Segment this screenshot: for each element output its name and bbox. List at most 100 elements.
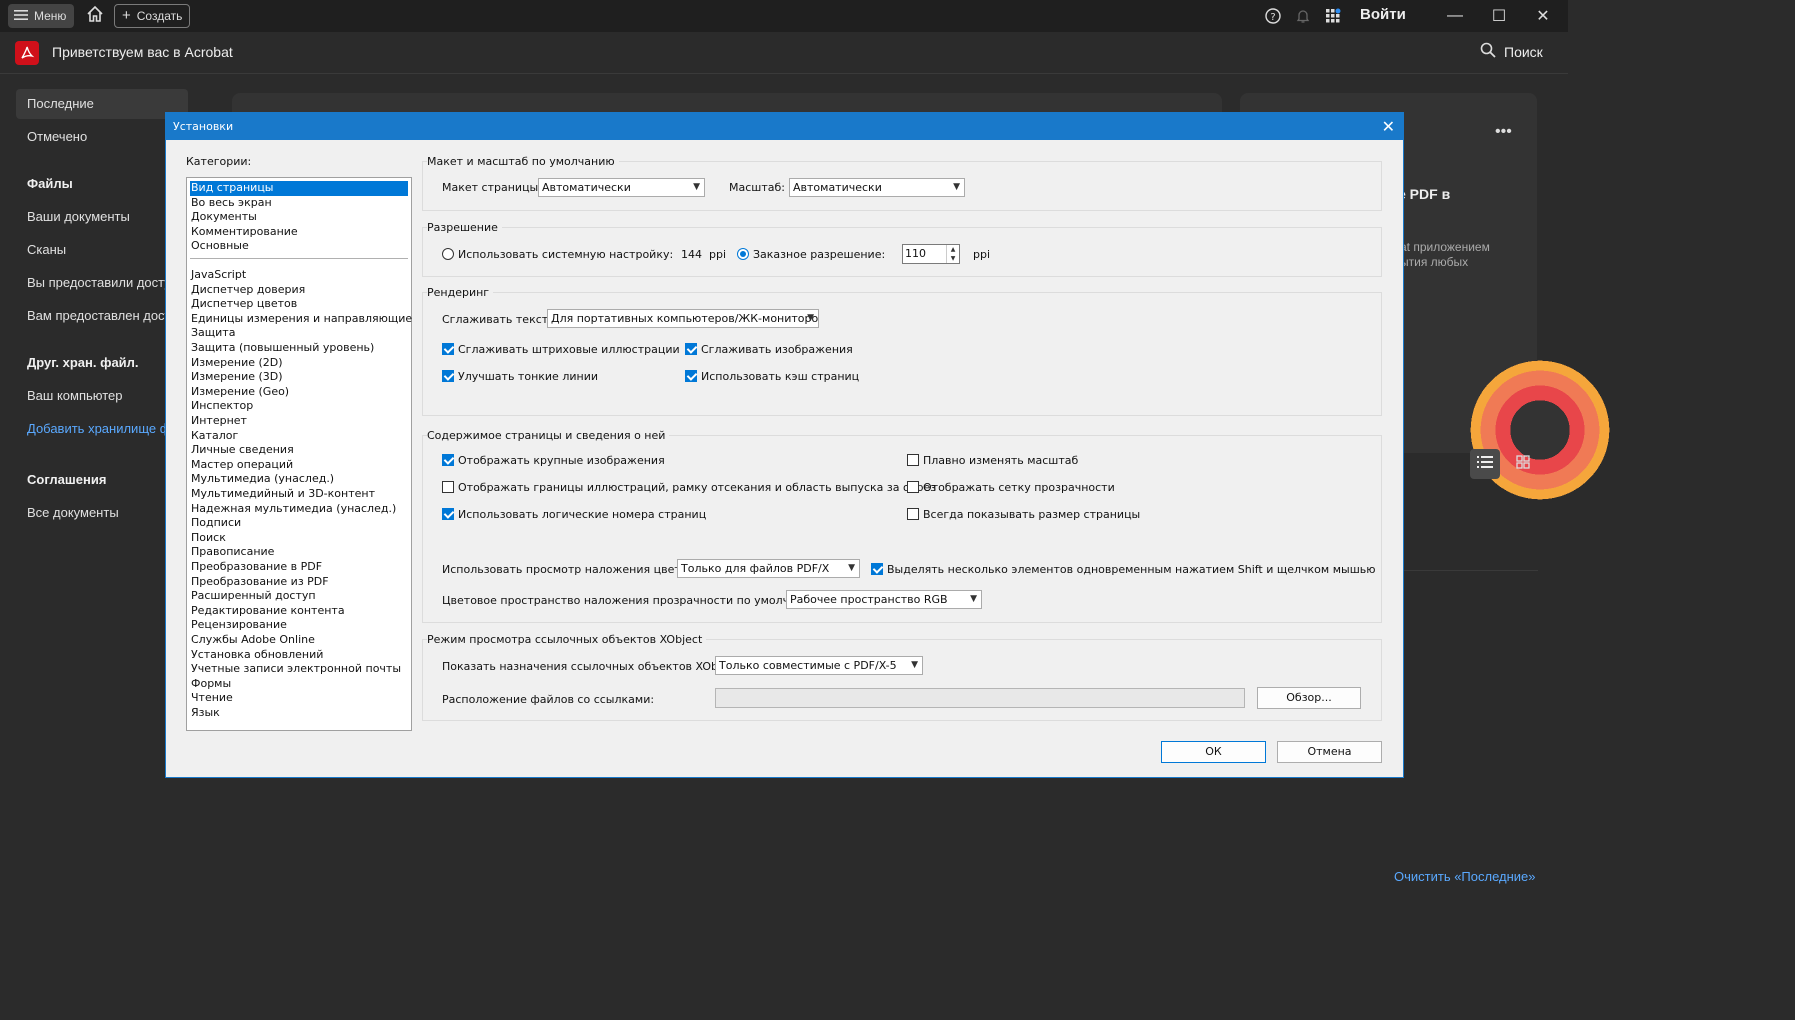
category-item[interactable]: Интернет xyxy=(190,414,408,429)
show-large-images-checkbox[interactable] xyxy=(442,454,454,466)
system-resolution-radio[interactable] xyxy=(442,248,454,260)
smooth-images-checkbox[interactable] xyxy=(685,343,697,355)
category-item[interactable]: Основные xyxy=(190,239,408,254)
category-item[interactable]: Преобразование в PDF xyxy=(190,560,408,575)
page-layout-dropdown[interactable]: Автоматически ▼ xyxy=(538,178,705,197)
clear-recent-link[interactable]: Очистить «Последние» xyxy=(1394,869,1536,884)
category-item[interactable]: Установка обновлений xyxy=(190,648,408,663)
always-show-page-size-checkbox[interactable] xyxy=(907,508,919,520)
category-item[interactable]: Измерение (2D) xyxy=(190,356,408,371)
sidebar-item-shared-by-you[interactable]: Вы предоставили досту xyxy=(27,275,171,290)
category-item[interactable]: Защита (повышенный уровень) xyxy=(190,341,408,356)
category-item[interactable]: Поиск xyxy=(190,531,408,546)
menu-button[interactable]: Меню xyxy=(8,4,75,28)
category-item[interactable]: Вид страницы xyxy=(190,181,408,196)
home-button[interactable] xyxy=(83,4,107,28)
more-options-icon[interactable]: ••• xyxy=(1495,123,1512,141)
close-window-icon[interactable]: ✕ xyxy=(1528,3,1558,29)
dialog-title-bar: Установки ✕ xyxy=(166,113,1403,140)
promo-description: at приложением ытия любых xyxy=(1400,240,1490,269)
custom-resolution-radio[interactable] xyxy=(737,248,749,260)
category-item[interactable]: Чтение xyxy=(190,691,408,706)
smooth-images-label: Сглаживать изображения xyxy=(701,343,853,356)
custom-resolution-stepper[interactable]: 110 ▲ ▼ xyxy=(902,244,960,264)
show-art-boxes-checkbox[interactable] xyxy=(442,481,454,493)
category-item[interactable]: JavaScript xyxy=(190,268,408,283)
smooth-text-value: Для портативных компьютеров/ЖК-мониторов xyxy=(551,312,819,325)
sidebar-item-recent[interactable]: Последние xyxy=(27,96,94,111)
sidebar-item-starred[interactable]: Отмечено xyxy=(27,129,87,144)
category-item[interactable]: Преобразование из PDF xyxy=(190,575,408,590)
create-button[interactable]: + Создать xyxy=(114,4,191,28)
category-item[interactable]: Службы Adobe Online xyxy=(190,633,408,648)
blend-space-dropdown[interactable]: Рабочее пространство RGB ▼ xyxy=(786,590,982,609)
stepper-arrows-icon[interactable]: ▲ ▼ xyxy=(946,245,959,263)
ok-button[interactable]: ОК xyxy=(1161,741,1266,763)
search-button[interactable]: Поиск xyxy=(1480,42,1543,61)
maximize-icon[interactable]: ☐ xyxy=(1484,3,1514,29)
category-item[interactable]: Редактирование контента xyxy=(190,604,408,619)
smooth-line-art-checkbox[interactable] xyxy=(442,343,454,355)
category-item[interactable]: Диспетчер цветов xyxy=(190,297,408,312)
category-item[interactable]: Диспетчер доверия xyxy=(190,283,408,298)
overprint-preview-dropdown[interactable]: Только для файлов PDF/X ▼ xyxy=(677,559,860,578)
category-item[interactable]: Каталог xyxy=(190,429,408,444)
shift-select-checkbox[interactable] xyxy=(871,563,883,575)
category-item[interactable]: Расширенный доступ xyxy=(190,589,408,604)
sidebar-link-add-storage[interactable]: Добавить хранилище ф xyxy=(27,421,170,436)
categories-separator xyxy=(190,258,408,259)
dialog-close-icon[interactable]: ✕ xyxy=(1382,117,1395,136)
category-item[interactable]: Личные сведения xyxy=(190,443,408,458)
category-item[interactable]: Рецензирование xyxy=(190,618,408,633)
category-item[interactable]: Мастер операций xyxy=(190,458,408,473)
category-item[interactable]: Мультимедийный и 3D-контент xyxy=(190,487,408,502)
category-item[interactable]: Правописание xyxy=(190,545,408,560)
svg-text:?: ? xyxy=(1270,12,1275,23)
background-divider xyxy=(1404,570,1538,571)
apps-grid-icon[interactable] xyxy=(1323,6,1343,26)
category-item[interactable]: Учетные записи электронной почты xyxy=(190,662,408,677)
linked-files-location-field[interactable] xyxy=(715,688,1245,708)
help-icon[interactable]: ? xyxy=(1263,6,1283,26)
use-page-cache-checkbox[interactable] xyxy=(685,370,697,382)
categories-list[interactable]: Вид страницы Во весь экран Документы Коммен… xyxy=(186,177,412,731)
signin-button[interactable]: Войти xyxy=(1360,6,1406,23)
category-item[interactable]: Во весь экран xyxy=(190,196,408,211)
sidebar-item-shared-with-you[interactable]: Вам предоставлен дост xyxy=(27,308,171,323)
chevron-down-icon: ▼ xyxy=(693,182,700,192)
smooth-text-dropdown[interactable]: Для портативных компьютеров/ЖК-мониторов… xyxy=(547,309,819,328)
cancel-button[interactable]: Отмена xyxy=(1277,741,1382,763)
custom-resolution-unit: ppi xyxy=(973,248,991,261)
zoom-dropdown[interactable]: Автоматически ▼ xyxy=(789,178,965,197)
category-item[interactable]: Документы xyxy=(190,210,408,225)
category-item[interactable]: Защита xyxy=(190,326,408,341)
category-item[interactable]: Измерение (Geo) xyxy=(190,385,408,400)
smooth-zoom-checkbox[interactable] xyxy=(907,454,919,466)
category-item[interactable]: Измерение (3D) xyxy=(190,370,408,385)
category-item[interactable]: Единицы измерения и направляющие xyxy=(190,312,412,327)
list-view-button[interactable] xyxy=(1470,449,1500,479)
sidebar-item-your-computer[interactable]: Ваш компьютер xyxy=(27,388,123,403)
category-item[interactable]: Инспектор xyxy=(190,399,408,414)
sidebar-item-your-docs[interactable]: Ваши документы xyxy=(27,209,130,224)
category-item[interactable]: Мультимедиа (унаслед.) xyxy=(190,472,408,487)
grid-view-button[interactable] xyxy=(1508,449,1538,479)
minimize-icon[interactable]: — xyxy=(1440,3,1470,29)
linked-files-location-label: Расположение файлов со ссылками: xyxy=(442,693,655,706)
page-content-group-label: Содержимое страницы и сведения о ней xyxy=(427,429,670,442)
category-item[interactable]: Формы xyxy=(190,677,408,692)
bell-icon[interactable] xyxy=(1293,6,1313,26)
category-item[interactable]: Комментирование xyxy=(190,225,408,240)
sidebar-item-all-docs[interactable]: Все документы xyxy=(27,505,119,520)
show-transparency-grid-checkbox[interactable] xyxy=(907,481,919,493)
browse-button[interactable]: Обзор... xyxy=(1257,687,1361,709)
category-item[interactable]: Подписи xyxy=(190,516,408,531)
overprint-preview-value: Только для файлов PDF/X xyxy=(681,562,830,575)
home-icon xyxy=(86,5,104,28)
sidebar-item-scans[interactable]: Сканы xyxy=(27,242,66,257)
enhance-thin-lines-checkbox[interactable] xyxy=(442,370,454,382)
logical-page-numbers-checkbox[interactable] xyxy=(442,508,454,520)
category-item[interactable]: Надежная мультимедиа (унаслед.) xyxy=(190,502,408,517)
category-item[interactable]: Язык xyxy=(190,706,408,721)
xobject-targets-dropdown[interactable]: Только совместимые с PDF/X-5 ▼ xyxy=(715,656,923,675)
